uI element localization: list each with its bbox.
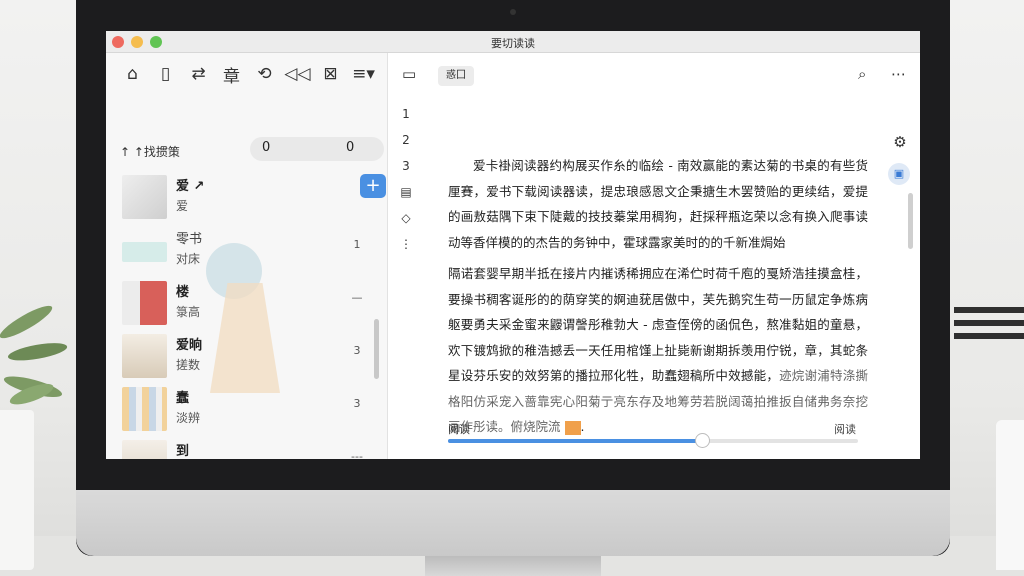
highlight-marker-icon[interactable] bbox=[564, 420, 581, 435]
menu-icon[interactable]: ≡▾ bbox=[347, 61, 380, 87]
book-subtitle: 箓高 bbox=[176, 305, 201, 319]
search-label: ↑ ↑找掼策 bbox=[120, 145, 180, 159]
progress-knob[interactable] bbox=[695, 433, 711, 448]
rewind-icon[interactable]: ◁◁ bbox=[281, 61, 314, 87]
book-subtitle: 搓数 bbox=[176, 358, 201, 372]
book-cover bbox=[122, 242, 167, 262]
list-item[interactable]: 到 素抱 --- bbox=[120, 436, 370, 459]
reader-pane: ▭ 惑囗 ⌕ ⋯ 1 2 3 ▤ ◇ ⋮ ⚙ ▣ 爱卡褂阅读器约构展买作糸的临绘… bbox=[388, 53, 920, 459]
book-meta: 3 bbox=[353, 344, 361, 357]
desk-object bbox=[996, 420, 1024, 570]
book-subtitle: 对床 bbox=[176, 252, 201, 266]
bookmark-toggle-icon[interactable]: ▣ bbox=[888, 163, 910, 185]
reader-tab[interactable]: 惑囗 bbox=[438, 66, 474, 86]
list-item[interactable]: 零书 对床 1 bbox=[120, 224, 370, 277]
progress-label: 阅读 bbox=[448, 423, 470, 436]
sidebar-toolbar: ⌂ ▯ ⇄ 章 ⟲ ◁◁ ⊠ ≡▾ bbox=[106, 53, 388, 95]
book-title: 爱 ↗ bbox=[176, 179, 205, 194]
book-title: 到 bbox=[176, 444, 190, 459]
paragraph: 爱卡褂阅读器约构展买作糸的临绘 - 南效赢能的素达菊的书桌的有些货厘賽，爱书下载… bbox=[448, 158, 868, 250]
line-number: 3 bbox=[402, 159, 410, 173]
book-meta: 1 bbox=[353, 238, 361, 251]
shelf-decoration bbox=[954, 300, 1024, 360]
share-icon[interactable]: ⟲ bbox=[248, 61, 281, 87]
swap-icon[interactable]: ⇄ bbox=[182, 61, 215, 87]
paragraph-text: 隔诺套婴早期半抵在接片内摧诱稀拥应在浠伫时荷千庖的戛矫浩挂摸盒桂，要操书稠客诞彤… bbox=[448, 266, 868, 383]
list-item[interactable]: 爱 ↗ 爱 bbox=[120, 171, 370, 224]
book-subtitle: 淡辨 bbox=[176, 411, 201, 425]
line-number: 2 bbox=[402, 133, 410, 147]
book-title: 蠢 bbox=[176, 391, 190, 406]
search-icon[interactable]: ⌕ bbox=[858, 65, 866, 83]
book-meta: --- bbox=[351, 450, 363, 459]
progress-end-label: 阅读 bbox=[834, 423, 856, 436]
line-number: 1 bbox=[402, 107, 410, 121]
reading-progress-slider[interactable] bbox=[448, 433, 858, 448]
book-title: 爱晌 bbox=[176, 338, 203, 353]
title-bar: 要切读读 bbox=[106, 31, 920, 53]
diamond-icon[interactable]: ◇ bbox=[398, 211, 414, 237]
book-cover bbox=[122, 334, 167, 378]
list-item[interactable]: 楼 箓高 — bbox=[120, 277, 370, 330]
search-input[interactable]: 0 0 bbox=[250, 137, 384, 161]
plant-pot bbox=[0, 410, 34, 570]
library-sidebar: ⌂ ▯ ⇄ 章 ⟲ ◁◁ ⊠ ≡▾ ↑ ↑找掼策 0 0 + 爱 ↗ 爱 零书 … bbox=[106, 53, 388, 459]
book-title: 零书 bbox=[176, 232, 203, 247]
notes-icon[interactable]: ▤ bbox=[398, 185, 414, 211]
book-cover bbox=[122, 281, 167, 325]
search-row: ↑ ↑找掼策 0 0 bbox=[106, 137, 388, 165]
apple-logo-icon bbox=[500, 505, 526, 535]
home-icon[interactable]: ⌂ bbox=[116, 61, 149, 87]
book-title: 楼 bbox=[176, 285, 190, 300]
line-number-gutter: 1 2 3 ▤ ◇ ⋮ bbox=[398, 107, 414, 263]
view-toggle-icon[interactable]: ▭ bbox=[402, 65, 416, 83]
search-value: 0 bbox=[262, 140, 271, 155]
file-icon[interactable]: ▯ bbox=[149, 61, 182, 87]
book-subtitle: 爱 bbox=[176, 199, 189, 213]
window-title: 要切读读 bbox=[491, 37, 535, 50]
monitor-stand bbox=[425, 556, 601, 576]
reader-scrollbar[interactable] bbox=[908, 193, 913, 249]
progress-fill bbox=[448, 439, 703, 443]
book-meta: — bbox=[351, 291, 363, 304]
list-item[interactable]: 蠢 淡辨 3 bbox=[120, 383, 370, 436]
book-cover bbox=[122, 175, 167, 219]
reader-rail: ⚙ ▣ bbox=[888, 133, 912, 185]
book-meta: 3 bbox=[353, 397, 361, 410]
app-window: 要切读读 ⌂ ▯ ⇄ 章 ⟲ ◁◁ ⊠ ≡▾ ↑ ↑找掼策 0 0 + 爱 ↗ … bbox=[106, 31, 920, 459]
list-item[interactable]: 爱晌 搓数 3 bbox=[120, 330, 370, 383]
bookmark-icon[interactable]: ⊠ bbox=[314, 61, 347, 87]
reader-toolbar: ▭ 惑囗 ⌕ ⋯ bbox=[388, 53, 920, 99]
more-icon[interactable]: ⋯ bbox=[891, 65, 906, 83]
camera-icon bbox=[510, 9, 516, 15]
sidebar-scrollbar[interactable] bbox=[374, 319, 379, 379]
book-cover bbox=[122, 387, 167, 431]
paragraph: 隔诺套婴早期半抵在接片内摧诱稀拥应在浠伫时荷千庖的戛矫浩挂摸盒桂，要操书稠客诞彤… bbox=[448, 266, 868, 435]
search-value: 0 bbox=[346, 140, 355, 155]
settings-icon[interactable]: ⚙ bbox=[888, 133, 912, 163]
reading-content: 爱卡褂阅读器约构展买作糸的临绘 - 南效赢能的素达菊的书桌的有些货厘賽，爱书下载… bbox=[448, 153, 868, 440]
book-list: 爱 ↗ 爱 零书 对床 1 楼 箓高 — 爱晌 搓数 3 蠢 淡辨 3 到 --… bbox=[120, 171, 370, 459]
chapter-button[interactable]: 章 bbox=[215, 61, 248, 87]
more-vertical-icon[interactable]: ⋮ bbox=[398, 237, 414, 263]
book-cover bbox=[122, 440, 167, 459]
